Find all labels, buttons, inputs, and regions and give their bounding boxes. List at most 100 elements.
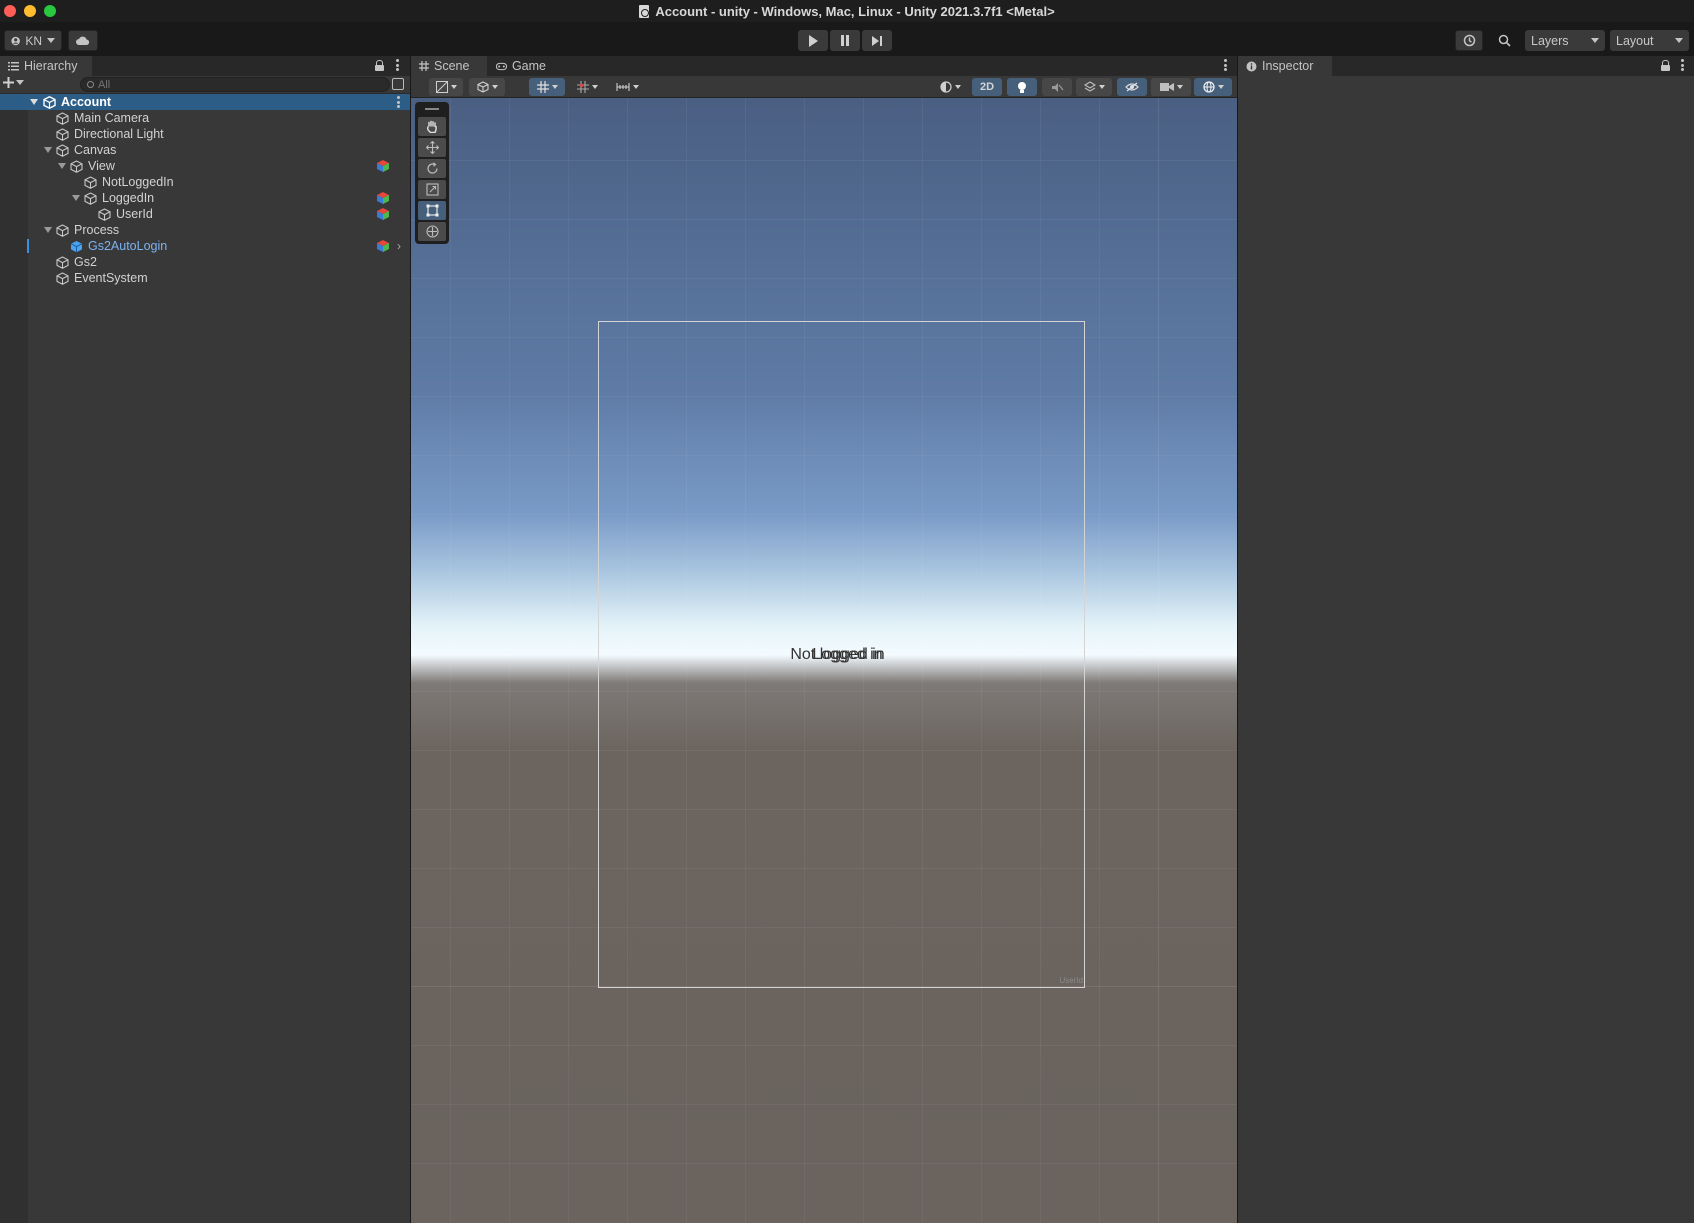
snap-dropdown[interactable] (569, 78, 605, 96)
logged-in-text[interactable]: Logged in (605, 646, 1090, 664)
create-button[interactable] (3, 77, 24, 88)
fold-arrow-icon[interactable] (72, 195, 80, 201)
chevron-down-icon (1675, 38, 1683, 43)
fold-arrow-icon[interactable] (58, 163, 66, 169)
layers-effects-icon (1083, 81, 1096, 92)
hierarchy-item-label: EventSystem (74, 271, 148, 285)
overlay-drag-handle[interactable] (425, 108, 439, 110)
hierarchy-item-label: UserId (116, 207, 153, 221)
scene-visibility-icon[interactable] (392, 78, 404, 90)
account-dropdown[interactable]: KN (4, 30, 62, 51)
chevron-down-icon (1217, 85, 1224, 89)
step-button[interactable] (862, 30, 892, 51)
hierarchy-item-directional-light[interactable]: Directional Light (0, 126, 410, 142)
scale-tool-button[interactable] (418, 180, 446, 199)
layout-label: Layout (1616, 33, 1654, 48)
snap-grid-icon (576, 81, 589, 93)
cloud-button[interactable] (68, 30, 98, 51)
rect-transform-icon (426, 204, 438, 217)
hierarchy-item-canvas[interactable]: Canvas (0, 142, 410, 158)
chevron-right-icon[interactable]: › (397, 239, 401, 253)
layout-dropdown[interactable]: Layout (1610, 30, 1689, 51)
tab-hierarchy[interactable]: Hierarchy (0, 56, 92, 76)
move-tool-button[interactable] (418, 138, 446, 157)
hierarchy-item-process[interactable]: Process (0, 222, 410, 238)
hierarchy-item-label: Process (74, 223, 120, 237)
layers-dropdown[interactable]: Layers (1525, 30, 1605, 51)
more-options-icon[interactable] (1681, 59, 1684, 71)
audio-toggle[interactable] (1042, 78, 1072, 96)
hierarchy-panel: Account Main Camera Directional Light Ca… (0, 76, 410, 1223)
hierarchy-item-view[interactable]: View (0, 158, 410, 174)
hierarchy-item-label: View (88, 159, 115, 173)
hand-tool-button[interactable] (418, 117, 446, 136)
undo-history-button[interactable] (1455, 30, 1483, 51)
hierarchy-item-gs2autologin[interactable]: Gs2AutoLogin › (0, 238, 410, 254)
toggle-2d-button[interactable]: 2D (972, 78, 1002, 96)
chevron-down-icon (1591, 38, 1599, 43)
hierarchy-item-main-camera[interactable]: Main Camera (0, 110, 410, 126)
list-icon (8, 61, 19, 70)
rect-tool-button[interactable] (418, 201, 446, 220)
gameobject-cube-icon (84, 191, 97, 205)
hierarchy-item-label: LoggedIn (102, 191, 155, 205)
transform-tool-button[interactable] (418, 222, 446, 241)
lightbulb-icon (1018, 81, 1026, 93)
hierarchy-search[interactable] (80, 77, 390, 92)
hierarchy-item-gs2[interactable]: Gs2 (0, 254, 410, 270)
userid-text[interactable]: UserId (1059, 976, 1083, 985)
tab-scene-label: Scene (434, 59, 470, 73)
play-button[interactable] (798, 30, 828, 51)
prefab-override-icon (376, 191, 390, 205)
playmode-controls (798, 30, 892, 51)
hierarchy-item-label: Account (61, 95, 111, 109)
hierarchy-item-loggedin[interactable]: LoggedIn (0, 190, 410, 206)
hierarchy-item-account[interactable]: Account (0, 94, 410, 110)
chevron-down-icon (591, 85, 598, 89)
gizmos-dropdown[interactable] (1194, 78, 1232, 96)
speaker-muted-icon (1051, 82, 1063, 92)
shading-dropdown[interactable] (931, 78, 969, 96)
hierarchy-item-eventsystem[interactable]: EventSystem (0, 270, 410, 286)
draw-mode-icon (435, 81, 448, 93)
canvas-bounds[interactable]: Not logged in Logged in UserId (598, 321, 1085, 988)
rotate-tool-button[interactable] (418, 159, 446, 178)
scene-viewport[interactable]: Not logged in Logged in UserId (411, 98, 1237, 1223)
unity-document-icon (639, 4, 650, 18)
more-options-icon[interactable] (396, 59, 399, 71)
fold-arrow-icon[interactable] (44, 227, 52, 233)
hierarchy-item-notloggedin[interactable]: NotLoggedIn (0, 174, 410, 190)
info-icon (1246, 61, 1257, 71)
lock-icon[interactable] (1661, 60, 1670, 71)
hierarchy-item-label: Directional Light (74, 127, 164, 141)
chevron-down-icon (632, 85, 639, 89)
lock-icon[interactable] (375, 60, 384, 71)
draw-mode-dropdown[interactable] (429, 78, 463, 96)
hierarchy-item-userid[interactable]: UserId (0, 206, 410, 222)
title-bar: Account - unity - Windows, Mac, Linux - … (0, 0, 1694, 22)
gameobject-cube-icon (84, 175, 97, 189)
sphere-icon (939, 81, 952, 93)
fold-arrow-icon[interactable] (44, 147, 52, 153)
hierarchy-tabbar: Hierarchy (0, 56, 410, 76)
tab-scene[interactable]: Scene (411, 56, 487, 76)
tab-inspector[interactable]: Inspector (1238, 56, 1332, 76)
grid-toggle[interactable] (529, 78, 565, 96)
gameobject-cube-icon (56, 127, 69, 141)
increment-snap-dropdown[interactable] (609, 78, 645, 96)
pause-button[interactable] (830, 30, 860, 51)
more-options-icon[interactable] (397, 96, 400, 108)
effects-dropdown[interactable] (1076, 78, 1112, 96)
search-button[interactable] (1490, 30, 1518, 51)
render-mode-dropdown[interactable] (469, 78, 505, 96)
tab-game[interactable]: Game (488, 56, 554, 76)
fold-arrow-icon[interactable] (30, 99, 38, 105)
hidden-objects-toggle[interactable] (1117, 78, 1147, 96)
tab-hierarchy-label: Hierarchy (24, 59, 78, 73)
camera-dropdown[interactable] (1151, 78, 1191, 96)
hierarchy-search-input[interactable] (98, 78, 358, 91)
lighting-toggle[interactable] (1007, 78, 1037, 96)
more-options-icon[interactable] (1224, 59, 1227, 71)
gameobject-cube-icon (56, 111, 69, 125)
hierarchy-item-label: Main Camera (74, 111, 150, 125)
